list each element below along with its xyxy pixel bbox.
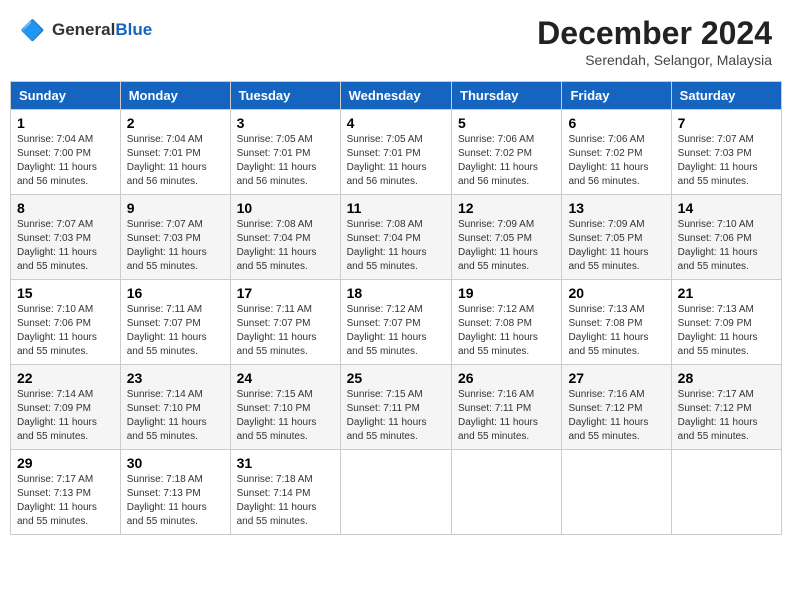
table-row: 13 Sunrise: 7:09 AMSunset: 7:05 PMDaylig… [562, 195, 671, 280]
table-row: 7 Sunrise: 7:07 AMSunset: 7:03 PMDayligh… [671, 110, 781, 195]
col-thursday: Thursday [452, 82, 562, 110]
table-row: 24 Sunrise: 7:15 AMSunset: 7:10 PMDaylig… [230, 365, 340, 450]
empty-cell [340, 450, 451, 535]
empty-cell [452, 450, 562, 535]
logo-bird-icon: 🔷 [20, 15, 50, 45]
week-row-3: 15 Sunrise: 7:10 AMSunset: 7:06 PMDaylig… [11, 280, 782, 365]
table-row: 19 Sunrise: 7:12 AMSunset: 7:08 PMDaylig… [452, 280, 562, 365]
table-row: 10 Sunrise: 7:08 AMSunset: 7:04 PMDaylig… [230, 195, 340, 280]
table-row: 2 Sunrise: 7:04 AMSunset: 7:01 PMDayligh… [120, 110, 230, 195]
table-row: 30 Sunrise: 7:18 AMSunset: 7:13 PMDaylig… [120, 450, 230, 535]
table-row: 16 Sunrise: 7:11 AMSunset: 7:07 PMDaylig… [120, 280, 230, 365]
table-row: 29 Sunrise: 7:17 AMSunset: 7:13 PMDaylig… [11, 450, 121, 535]
week-row-2: 8 Sunrise: 7:07 AMSunset: 7:03 PMDayligh… [11, 195, 782, 280]
table-row: 11 Sunrise: 7:08 AMSunset: 7:04 PMDaylig… [340, 195, 451, 280]
table-row: 21 Sunrise: 7:13 AMSunset: 7:09 PMDaylig… [671, 280, 781, 365]
table-row: 28 Sunrise: 7:17 AMSunset: 7:12 PMDaylig… [671, 365, 781, 450]
table-row: 20 Sunrise: 7:13 AMSunset: 7:08 PMDaylig… [562, 280, 671, 365]
table-row: 15 Sunrise: 7:10 AMSunset: 7:06 PMDaylig… [11, 280, 121, 365]
table-row: 18 Sunrise: 7:12 AMSunset: 7:07 PMDaylig… [340, 280, 451, 365]
col-wednesday: Wednesday [340, 82, 451, 110]
col-saturday: Saturday [671, 82, 781, 110]
week-row-1: 1 Sunrise: 7:04 AMSunset: 7:00 PMDayligh… [11, 110, 782, 195]
table-row: 9 Sunrise: 7:07 AMSunset: 7:03 PMDayligh… [120, 195, 230, 280]
table-row: 1 Sunrise: 7:04 AMSunset: 7:00 PMDayligh… [11, 110, 121, 195]
col-monday: Monday [120, 82, 230, 110]
logo: 🔷 GeneralBlue [20, 15, 152, 45]
table-row: 6 Sunrise: 7:06 AMSunset: 7:02 PMDayligh… [562, 110, 671, 195]
table-row: 31 Sunrise: 7:18 AMSunset: 7:14 PMDaylig… [230, 450, 340, 535]
table-row: 25 Sunrise: 7:15 AMSunset: 7:11 PMDaylig… [340, 365, 451, 450]
svg-text:🔷: 🔷 [20, 18, 45, 42]
table-row: 12 Sunrise: 7:09 AMSunset: 7:05 PMDaylig… [452, 195, 562, 280]
empty-cell [671, 450, 781, 535]
table-row: 23 Sunrise: 7:14 AMSunset: 7:10 PMDaylig… [120, 365, 230, 450]
col-sunday: Sunday [11, 82, 121, 110]
table-row: 8 Sunrise: 7:07 AMSunset: 7:03 PMDayligh… [11, 195, 121, 280]
table-row: 22 Sunrise: 7:14 AMSunset: 7:09 PMDaylig… [11, 365, 121, 450]
table-row: 27 Sunrise: 7:16 AMSunset: 7:12 PMDaylig… [562, 365, 671, 450]
table-row: 17 Sunrise: 7:11 AMSunset: 7:07 PMDaylig… [230, 280, 340, 365]
week-row-4: 22 Sunrise: 7:14 AMSunset: 7:09 PMDaylig… [11, 365, 782, 450]
table-row: 26 Sunrise: 7:16 AMSunset: 7:11 PMDaylig… [452, 365, 562, 450]
location-subtitle: Serendah, Selangor, Malaysia [537, 52, 772, 68]
logo-general-text: General [52, 20, 115, 39]
calendar-table: Sunday Monday Tuesday Wednesday Thursday… [10, 81, 782, 535]
table-row: 3 Sunrise: 7:05 AMSunset: 7:01 PMDayligh… [230, 110, 340, 195]
col-friday: Friday [562, 82, 671, 110]
table-row: 5 Sunrise: 7:06 AMSunset: 7:02 PMDayligh… [452, 110, 562, 195]
week-row-5: 29 Sunrise: 7:17 AMSunset: 7:13 PMDaylig… [11, 450, 782, 535]
table-row: 14 Sunrise: 7:10 AMSunset: 7:06 PMDaylig… [671, 195, 781, 280]
col-tuesday: Tuesday [230, 82, 340, 110]
table-row: 4 Sunrise: 7:05 AMSunset: 7:01 PMDayligh… [340, 110, 451, 195]
logo-blue-text: Blue [115, 20, 152, 39]
calendar-header-row: Sunday Monday Tuesday Wednesday Thursday… [11, 82, 782, 110]
title-section: December 2024 Serendah, Selangor, Malays… [537, 15, 772, 68]
empty-cell [562, 450, 671, 535]
month-title: December 2024 [537, 15, 772, 52]
page-header: 🔷 GeneralBlue December 2024 Serendah, Se… [10, 10, 782, 73]
